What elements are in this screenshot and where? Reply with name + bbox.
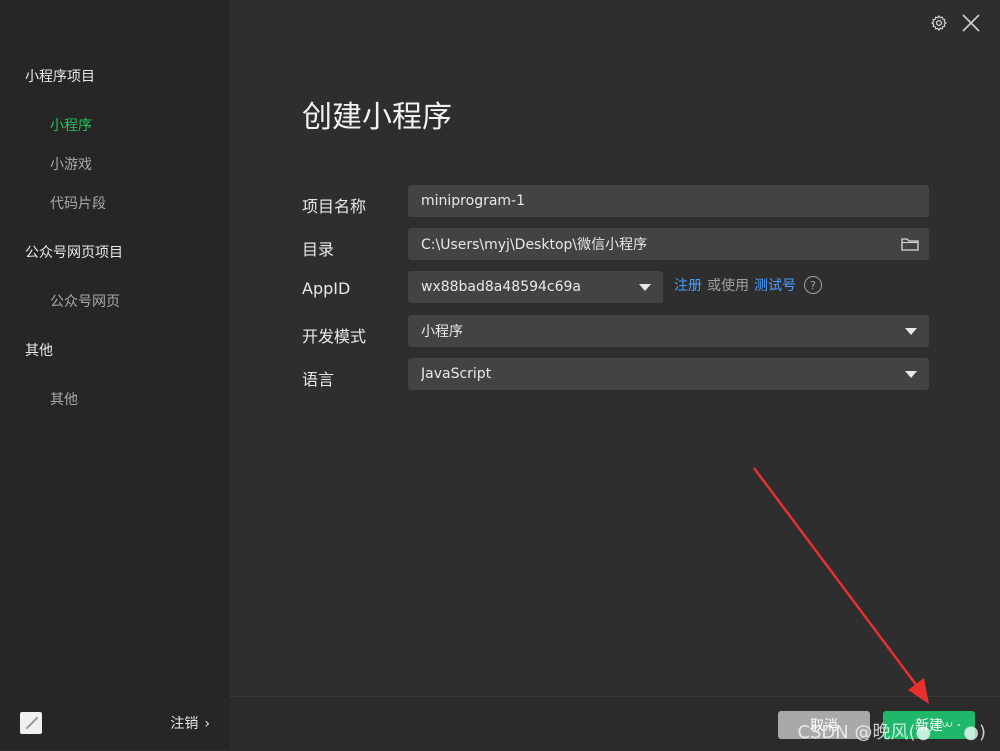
section-title-other: 其他 — [25, 343, 53, 359]
appid-select[interactable]: wx88bad8a48594c69a — [408, 271, 663, 303]
avatar[interactable] — [20, 712, 42, 734]
sidebar-item-code-snippet[interactable]: 代码片段 — [50, 193, 106, 213]
logout-label: 注销 — [170, 716, 199, 732]
appid-label: AppID — [302, 279, 351, 298]
folder-icon[interactable] — [901, 237, 919, 251]
chevron-down-icon — [905, 370, 917, 378]
directory-value: C:\Users\myj\Desktop\微信小程序 — [421, 237, 648, 253]
directory-input[interactable]: C:\Users\myj\Desktop\微信小程序 — [408, 228, 929, 260]
project-name-input[interactable]: miniprogram-1 — [408, 185, 929, 217]
sidebar: 小程序项目 小程序 小游戏 代码片段 公众号网页项目 公众号网页 其他 其他 注… — [0, 0, 230, 750]
sidebar-footer: 注销 › — [0, 696, 230, 750]
chevron-down-icon — [639, 283, 651, 291]
or-use-text: 或使用 — [707, 278, 749, 294]
main-panel: 创建小程序 项目名称 miniprogram-1 目录 C:\Users\myj… — [230, 0, 1000, 750]
page-title: 创建小程序 — [302, 100, 452, 135]
sidebar-item-other[interactable]: 其他 — [50, 389, 78, 409]
appid-value: wx88bad8a48594c69a — [421, 279, 582, 295]
language-select[interactable]: JavaScript — [408, 358, 929, 390]
dev-mode-select[interactable]: 小程序 — [408, 315, 929, 347]
window-controls — [928, 10, 982, 36]
sidebar-item-miniprogram[interactable]: 小程序 — [50, 115, 92, 135]
sidebar-item-official-webpage[interactable]: 公众号网页 — [50, 291, 120, 311]
language-label: 语言 — [302, 370, 335, 389]
language-value: JavaScript — [421, 366, 492, 382]
dev-mode-label: 开发模式 — [302, 327, 367, 346]
watermark: CSDN @晚风(●˙꒳˙●) — [797, 722, 986, 743]
directory-label: 目录 — [302, 240, 335, 259]
appid-links: 注册 或使用 测试号 ? — [674, 275, 822, 295]
register-link[interactable]: 注册 — [674, 275, 702, 295]
logout-button[interactable]: 注销 › — [170, 713, 210, 733]
project-name-label: 项目名称 — [302, 197, 367, 216]
sidebar-item-minigame[interactable]: 小游戏 — [50, 154, 92, 174]
section-title-miniprogram: 小程序项目 — [25, 69, 95, 85]
chevron-down-icon — [905, 327, 917, 335]
section-title-official-account: 公众号网页项目 — [25, 245, 123, 261]
gear-icon[interactable] — [928, 12, 950, 34]
dev-mode-value: 小程序 — [421, 324, 463, 340]
close-icon[interactable] — [960, 12, 982, 34]
help-icon[interactable]: ? — [804, 276, 822, 294]
test-account-link[interactable]: 测试号 — [754, 275, 796, 295]
project-name-value: miniprogram-1 — [421, 193, 526, 209]
chevron-right-icon: › — [204, 716, 210, 732]
